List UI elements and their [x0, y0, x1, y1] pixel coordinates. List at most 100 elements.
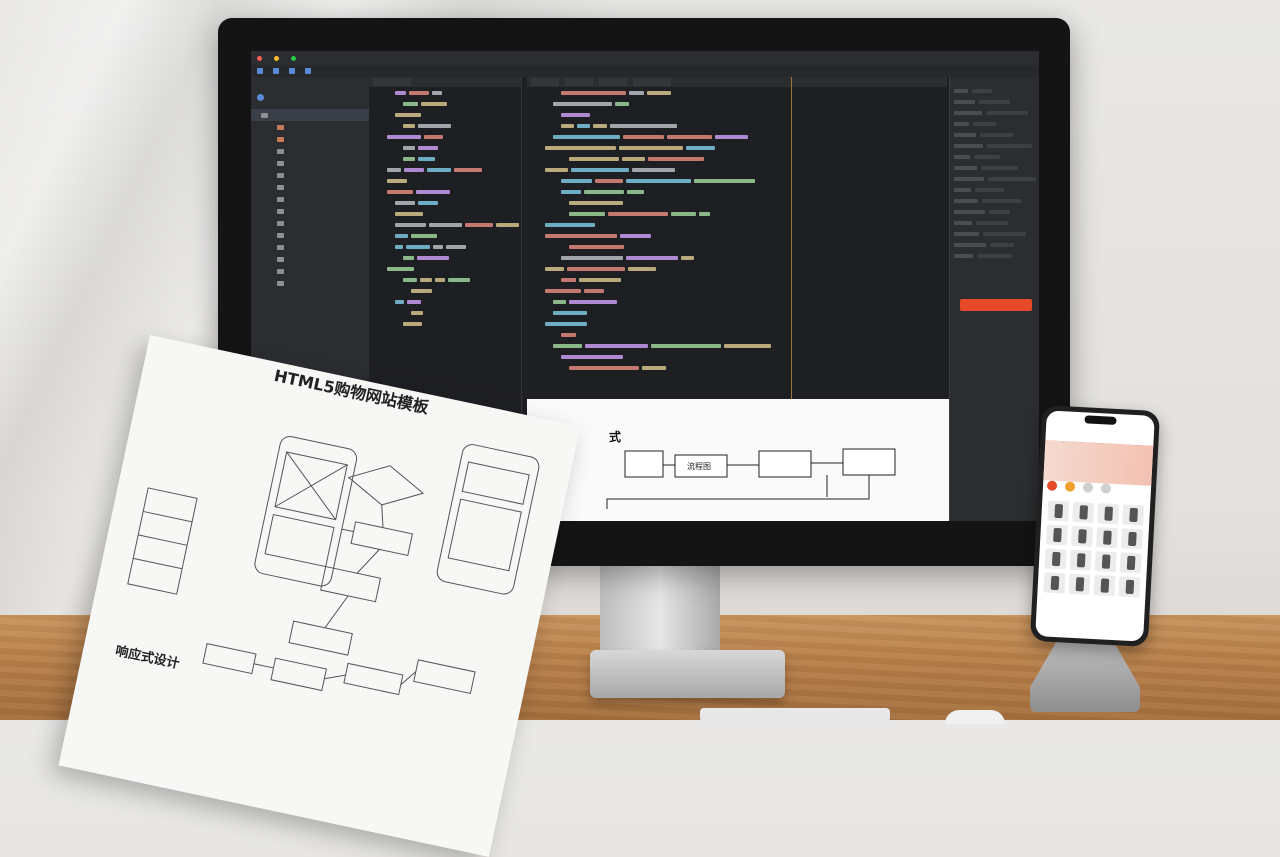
tree-row[interactable] — [251, 181, 369, 193]
toolbar-icon[interactable] — [273, 68, 279, 74]
inspector-row[interactable] — [950, 96, 1039, 107]
tree-row[interactable] — [251, 277, 369, 289]
folder-icon — [277, 172, 284, 178]
code-line — [527, 153, 947, 164]
tree-row[interactable] — [251, 91, 369, 103]
inspector-row[interactable] — [950, 85, 1039, 96]
product-thumbnail[interactable] — [1072, 501, 1095, 523]
product-thumbnail[interactable] — [1045, 524, 1068, 546]
inspector-row[interactable] — [950, 217, 1039, 228]
code-token — [584, 288, 604, 293]
code-token — [561, 277, 576, 282]
code-token — [571, 167, 629, 172]
code-line — [369, 87, 521, 98]
flowchart-heading-fragment: 式 — [609, 429, 621, 444]
product-thumbnail[interactable] — [1069, 549, 1092, 571]
product-thumbnail[interactable] — [1094, 551, 1117, 573]
inspector-value — [983, 231, 1026, 236]
tree-row[interactable] — [251, 229, 369, 241]
category-icon[interactable] — [1082, 482, 1094, 493]
tree-row[interactable] — [251, 169, 369, 181]
product-thumbnail[interactable] — [1097, 503, 1120, 525]
editor-tab[interactable] — [599, 78, 627, 86]
inspector-row[interactable] — [950, 239, 1039, 250]
inspector-row[interactable] — [950, 184, 1039, 195]
code-token — [627, 189, 644, 194]
product-thumbnail[interactable] — [1095, 527, 1118, 549]
tree-row[interactable] — [251, 157, 369, 169]
phone-notch — [1084, 415, 1117, 425]
tree-row[interactable] — [251, 121, 369, 133]
tree-row[interactable] — [251, 145, 369, 157]
code-token — [647, 90, 671, 95]
flowchart-box — [624, 450, 664, 478]
product-thumbnail[interactable] — [1122, 504, 1145, 526]
tree-row[interactable] — [251, 241, 369, 253]
product-thumbnail[interactable] — [1043, 572, 1066, 594]
inspector-row[interactable] — [950, 206, 1039, 217]
product-thumbnail[interactable] — [1044, 548, 1067, 570]
code-token — [681, 255, 694, 260]
category-icon[interactable] — [1100, 483, 1112, 494]
inspector-row[interactable] — [950, 228, 1039, 239]
editor-tabbar — [369, 77, 521, 87]
inspector-value — [988, 176, 1036, 181]
toolbar-icon[interactable] — [289, 68, 295, 74]
code-token — [387, 134, 421, 139]
editor-tab[interactable] — [633, 78, 671, 86]
toolbar-icon[interactable] — [305, 68, 311, 74]
code-token — [561, 112, 590, 117]
folder-icon — [277, 268, 284, 274]
product-thumbnail[interactable] — [1119, 552, 1142, 574]
product-thumbnail[interactable] — [1047, 500, 1070, 522]
inspector-row[interactable] — [950, 162, 1039, 173]
inspector-row[interactable] — [950, 173, 1039, 184]
product-thumbnail[interactable] — [1068, 573, 1091, 595]
tree-row[interactable] — [251, 253, 369, 265]
category-icon[interactable] — [1064, 481, 1076, 492]
flowchart-svg: 式 流程图 — [606, 429, 896, 509]
category-icon[interactable] — [1046, 480, 1058, 491]
inspector-label — [954, 165, 977, 170]
toolbar-icon[interactable] — [257, 68, 263, 74]
tree-row[interactable] — [251, 217, 369, 229]
tree-row[interactable] — [251, 265, 369, 277]
inspector-row[interactable] — [950, 129, 1039, 140]
code-token — [561, 332, 576, 337]
code-editor-main[interactable] — [527, 77, 947, 399]
code-token — [620, 233, 651, 238]
inspector-row[interactable] — [950, 195, 1039, 206]
inspector-row[interactable] — [950, 140, 1039, 151]
tree-row[interactable] — [251, 133, 369, 145]
code-token — [411, 233, 437, 238]
inspector-label — [954, 220, 972, 225]
code-token — [432, 90, 442, 95]
inspector-row[interactable] — [950, 250, 1039, 261]
inspector-row[interactable] — [950, 107, 1039, 118]
inspector-value — [982, 198, 1022, 203]
window-zoom-icon[interactable] — [291, 55, 296, 61]
inspector-label — [954, 187, 971, 192]
editor-tab[interactable] — [531, 78, 559, 86]
tree-row[interactable] — [251, 109, 369, 121]
tree-row[interactable] — [251, 193, 369, 205]
code-token — [686, 145, 715, 150]
product-thumbnail[interactable] — [1093, 575, 1116, 597]
product-thumbnail[interactable] — [1070, 525, 1093, 547]
product-thumbnail[interactable] — [1120, 528, 1143, 550]
code-token — [403, 321, 422, 326]
code-line — [369, 307, 521, 318]
inspector-row[interactable] — [950, 118, 1039, 129]
code-line — [369, 186, 521, 197]
code-token — [545, 145, 616, 150]
window-minimize-icon[interactable] — [274, 55, 279, 61]
editor-tab[interactable] — [373, 78, 411, 86]
code-token — [406, 244, 430, 249]
inspector-row[interactable] — [950, 151, 1039, 162]
inspector-action-button[interactable] — [960, 299, 1032, 311]
editor-tab[interactable] — [565, 78, 593, 86]
window-close-icon[interactable] — [257, 55, 262, 61]
tree-row[interactable] — [251, 205, 369, 217]
folder-icon — [277, 220, 284, 226]
product-thumbnail[interactable] — [1118, 576, 1141, 598]
